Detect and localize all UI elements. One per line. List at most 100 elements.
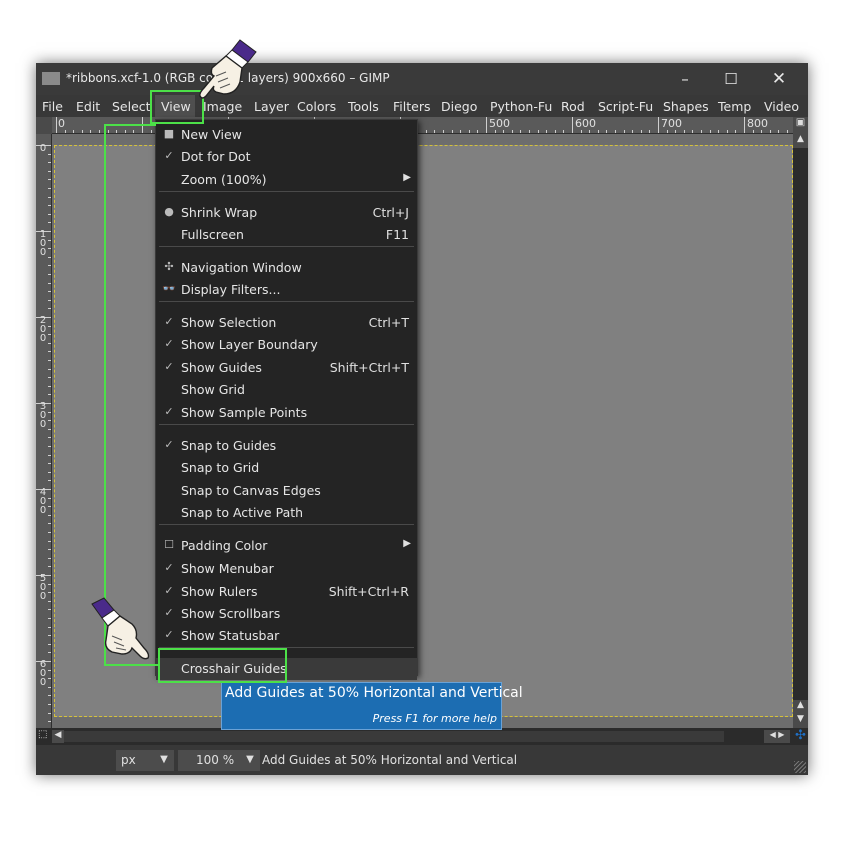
unit-value: px [121, 753, 136, 767]
scroll-left-icon[interactable]: ◀ [52, 730, 64, 743]
status-message: Add Guides at 50% Horizontal and Vertica… [262, 753, 518, 767]
menu-item-new-view[interactable]: ■ New View [156, 124, 417, 146]
ruler-label: 600 [575, 117, 596, 130]
ruler-label: 800 [747, 117, 768, 130]
menu-item-label: Show Selection [181, 315, 277, 330]
menu-item-display-filters[interactable]: 👓 Display Filters... [156, 279, 417, 301]
check-icon: ✓ [164, 561, 174, 574]
zoom-selector[interactable]: 100 % ▼ [178, 750, 260, 771]
menu-item-label: Navigation Window [181, 260, 302, 275]
navigate-corner-icon[interactable]: ▣ [793, 117, 808, 134]
ruler-label: 0 [58, 117, 65, 130]
menu-item-show-menubar[interactable]: ✓ Show Menubar [156, 558, 417, 580]
ruler-tick [572, 117, 573, 133]
menu-item-show-statusbar[interactable]: ✓ Show Statusbar [156, 625, 417, 647]
scroll-right-icon[interactable]: ◀ ▶ [764, 730, 790, 743]
menu-item-label: Show Menubar [181, 561, 274, 576]
ruler-label: 300 [39, 401, 47, 430]
ruler-label: 600 [39, 659, 47, 688]
check-icon: ✓ [164, 405, 174, 418]
status-bar: px ▼ 100 % ▼ Add Guides at 50% Horizonta… [36, 745, 808, 775]
unit-selector[interactable]: px ▼ [116, 750, 174, 771]
horizontal-scrollbar[interactable] [64, 731, 724, 742]
resize-grip-icon[interactable] [794, 761, 806, 773]
submenu-arrow-icon: ▶ [403, 172, 411, 183]
ruler-label: 500 [489, 117, 510, 130]
ruler-label: 700 [661, 117, 682, 130]
menu-item-show-grid[interactable]: Show Grid [156, 379, 417, 401]
menu-item-show-scrollbars[interactable]: ✓ Show Scrollbars [156, 603, 417, 625]
crosshair-guides-highlight [158, 648, 287, 683]
menu-item-snap-to-canvas-edges[interactable]: Snap to Canvas Edges [156, 480, 417, 502]
menu-item-label: Snap to Guides [181, 438, 277, 453]
menu-select[interactable]: Select [112, 99, 151, 114]
maximize-button[interactable]: ☐ [708, 63, 754, 95]
menu-item-show-selection[interactable]: ✓ Show Selection Ctrl+T [156, 312, 417, 334]
ruler-tick [486, 117, 487, 133]
menu-temp[interactable]: Temp [718, 99, 751, 114]
ruler-tick [658, 117, 659, 133]
menu-shapes[interactable]: Shapes [663, 99, 709, 114]
ruler-label: 100 [39, 229, 47, 258]
navigation-icon: ✣ [164, 260, 174, 273]
menu-item-snap-to-active-path[interactable]: Snap to Active Path [156, 502, 417, 524]
menu-script-fu[interactable]: Script-Fu [598, 99, 653, 114]
check-icon: ✓ [164, 149, 174, 162]
app-icon [42, 72, 60, 85]
menu-diego[interactable]: Diego [441, 99, 477, 114]
menu-item-show-sample-points[interactable]: ✓ Show Sample Points [156, 402, 417, 424]
tooltip-text: Add Guides at 50% Horizontal and Vertica… [225, 685, 523, 701]
menu-separator [159, 246, 414, 247]
quick-mask-icon[interactable]: ⬚ [38, 729, 50, 743]
menu-item-snap-to-guides[interactable]: ✓ Snap to Guides [156, 435, 417, 457]
menu-edit[interactable]: Edit [76, 99, 100, 114]
menu-separator [159, 191, 414, 192]
menu-item-show-guides[interactable]: ✓ Show Guides Shift+Ctrl+T [156, 357, 417, 379]
menu-item-label: Snap to Canvas Edges [181, 483, 321, 498]
menu-item-label: Zoom (100%) [181, 172, 267, 187]
vertical-ruler[interactable]: 0 100 200 300 400 500 600 [36, 134, 52, 728]
menu-item-zoom-100[interactable]: Zoom (100%) ▶ [156, 169, 417, 191]
menu-tools[interactable]: Tools [348, 99, 379, 114]
menu-python-fu[interactable]: Python-Fu [490, 99, 552, 114]
menu-item-label: New View [181, 127, 242, 142]
scroll-up-icon[interactable]: ▲ [793, 134, 808, 148]
horizontal-scrollbar-row: ⬚ ◀ ◀ ▶ ✣ [36, 728, 808, 745]
menu-item-fullscreen[interactable]: Fullscreen F11 [156, 224, 417, 246]
quick-mask-corner[interactable] [36, 117, 52, 134]
minimize-button[interactable]: – [662, 63, 708, 95]
menu-item-label: Show Scrollbars [181, 606, 281, 621]
menu-item-navigation-window[interactable]: ✣ Navigation Window [156, 257, 417, 279]
menu-item-show-rulers[interactable]: ✓ Show Rulers Shift+Ctrl+R [156, 581, 417, 603]
shrink-wrap-icon: ● [164, 205, 174, 218]
menu-filters[interactable]: Filters [393, 99, 430, 114]
navigate-icon[interactable]: ✣ [793, 728, 808, 745]
check-icon: ✓ [164, 628, 174, 641]
close-button[interactable]: ✕ [756, 63, 802, 95]
check-icon: ✓ [164, 315, 174, 328]
menu-item-show-layer-boundary[interactable]: ✓ Show Layer Boundary [156, 334, 417, 356]
menu-colors[interactable]: Colors [297, 99, 336, 114]
menu-separator [159, 424, 414, 425]
menu-separator [159, 524, 414, 525]
menu-item-padding-color[interactable]: ☐ Padding Color ▶ [156, 535, 417, 557]
scroll-up-bottom-icon[interactable]: ▲ [793, 700, 808, 714]
chevron-down-icon[interactable]: ▼ [240, 750, 260, 771]
menu-video[interactable]: Video [764, 99, 799, 114]
new-view-icon: ■ [163, 127, 175, 140]
chevron-down-icon[interactable]: ▼ [154, 750, 174, 771]
check-icon: ✓ [164, 360, 174, 373]
menu-rod[interactable]: Rod [561, 99, 585, 114]
vertical-scrollbar[interactable]: ▲ ▲ ▼ [793, 134, 808, 728]
submenu-arrow-icon: ▶ [403, 538, 411, 549]
check-icon: ✓ [164, 337, 174, 350]
menu-item-dot-for-dot[interactable]: ✓ Dot for Dot [156, 146, 417, 168]
menu-item-label: Show Guides [181, 360, 262, 375]
menu-file[interactable]: File [42, 99, 63, 114]
scroll-down-icon[interactable]: ▼ [793, 714, 808, 728]
menu-item-shrink-wrap[interactable]: ● Shrink Wrap Ctrl+J [156, 202, 417, 224]
pointing-hand-icon [199, 39, 257, 99]
ruler-tick [56, 117, 57, 133]
menu-item-snap-to-grid[interactable]: Snap to Grid [156, 457, 417, 479]
check-icon: ✓ [164, 606, 174, 619]
